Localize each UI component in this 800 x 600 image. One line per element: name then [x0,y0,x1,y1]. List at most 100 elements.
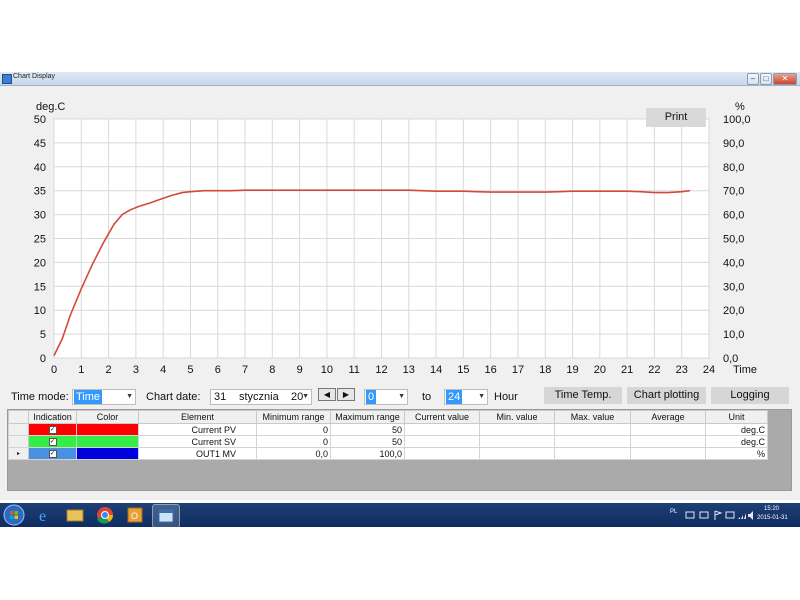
table-row[interactable]: ✓ Current PV 0 50 deg.C [8,423,768,436]
print-button[interactable]: Print [646,108,706,127]
folder-icon [66,509,84,522]
element-cell: OUT1 MV [138,447,257,460]
y-tick-label: 40 [34,162,46,174]
y2-tick-label: 40,0 [723,257,744,269]
x-tick-label: 0 [51,364,57,376]
max-range-cell[interactable]: 100,0 [330,447,405,460]
indication-checkbox[interactable]: ✓ [48,426,57,435]
svg-text:e: e [39,508,46,525]
y-tick-label: 15 [34,281,46,293]
from-hour-select[interactable]: 0 ▼ [364,389,408,405]
indication-checkbox[interactable]: ✓ [48,450,57,459]
right-axis-unit: % [735,101,745,113]
indication-checkbox[interactable]: ✓ [48,438,57,447]
close-button[interactable]: ✕ [773,73,797,85]
internet-explorer-button[interactable]: e [32,504,58,526]
max-range-cell[interactable]: 50 [330,423,405,436]
chart-display-taskbar-button[interactable] [152,504,180,528]
chevron-down-icon: ▼ [478,393,485,400]
column-header[interactable]: Indication [28,410,77,424]
x-tick-label: 21 [621,364,633,376]
y-tick-label: 45 [34,138,46,150]
x-tick-label: 8 [269,364,275,376]
min-range-cell[interactable]: 0,0 [256,447,331,460]
row-selector[interactable] [8,435,29,448]
x-tick-label: 23 [676,364,688,376]
outlook-button[interactable]: O [122,504,148,526]
clock-date[interactable]: 2015-01-31 [757,515,788,521]
volume-icon [748,511,753,520]
start-button[interactable] [2,504,26,526]
x-tick-label: 7 [242,364,248,376]
action-center-flag-icon [714,510,723,520]
logging-button[interactable]: Logging [711,387,789,404]
color-cell[interactable] [76,447,139,460]
min-range-cell[interactable]: 0 [256,423,331,436]
color-cell[interactable] [76,435,139,448]
indication-cell[interactable]: ✓ [28,447,77,460]
time-mode-select[interactable]: Time ▼ [72,389,136,405]
column-header[interactable]: Unit [705,410,768,424]
x-tick-label: 3 [133,364,139,376]
column-header[interactable]: Color [76,410,139,424]
time-temp-button[interactable]: Time Temp. [544,387,622,404]
x-tick-label: 16 [485,364,497,376]
unit-cell: % [705,447,768,460]
column-header[interactable]: Maximum range [330,410,405,424]
average-cell [630,447,706,460]
y-tick-label: 50 [34,114,46,126]
minimize-button[interactable]: – [747,73,759,85]
min-value-cell [479,435,555,448]
average-cell [630,423,706,436]
app-window-icon [158,509,174,523]
x-axis-label: Time [733,364,757,376]
next-date-button[interactable]: ▶ [337,388,355,401]
min-range-cell[interactable]: 0 [256,435,331,448]
column-header[interactable]: Min. value [479,410,555,424]
table-row[interactable]: ✓ Current SV 0 50 deg.C [8,435,768,448]
average-cell [630,435,706,448]
maximize-button[interactable]: □ [760,73,772,85]
column-header[interactable]: Max. value [554,410,631,424]
chart-plotting-button[interactable]: Chart plotting [627,387,706,404]
chrome-button[interactable] [92,504,118,526]
x-tick-label: 20 [594,364,606,376]
column-header[interactable]: Element [138,410,257,424]
current-value-cell [404,423,480,436]
color-cell[interactable] [76,423,139,436]
previous-date-button[interactable]: ◀ [318,388,336,401]
title-bar[interactable]: Chart Display – □ ✕ [0,72,800,86]
left-axis-unit: deg.C [36,101,65,113]
chart-display-window: Chart Display – □ ✕ 0 1 2 3 4 5 6 7 8 9 10 11 12 13 14… [0,72,800,500]
chart-date-picker[interactable]: 31 stycznia 20 ▼ [210,389,312,405]
file-explorer-button[interactable] [62,504,88,526]
language-indicator[interactable]: PL [670,509,677,515]
table-row[interactable]: ▸ ✓ OUT1 MV 0,0 100,0 % [8,447,768,460]
y-tick-label: 5 [40,329,46,341]
row-selector[interactable] [8,423,29,436]
indication-cell[interactable]: ✓ [28,435,77,448]
chevron-down-icon: ▼ [398,393,405,400]
date-day: 31 [214,391,227,403]
row-selector-current[interactable]: ▸ [8,447,29,460]
x-tick-label: 22 [648,364,660,376]
y2-tick-label: 60,0 [723,210,744,222]
max-range-cell[interactable]: 50 [330,435,405,448]
x-tick-label: 13 [403,364,415,376]
min-value-cell [479,423,555,436]
clock-time[interactable]: 15:20 [764,506,779,512]
column-header[interactable]: Average [630,410,706,424]
window-title: Chart Display [13,73,56,80]
to-hour-select[interactable]: 24 ▼ [444,389,488,405]
x-tick-label: 17 [512,364,524,376]
current-value-cell [404,447,480,460]
hour-label: Hour [494,391,518,403]
y-tick-label: 20 [34,257,46,269]
chart-date-label: Chart date: [146,391,201,403]
column-header[interactable]: Minimum range [256,410,331,424]
y2-tick-label: 10,0 [723,329,744,341]
indication-cell[interactable]: ✓ [28,423,77,436]
column-header[interactable]: Current value [404,410,480,424]
x-tick-label: 19 [566,364,578,376]
unit-cell: deg.C [705,423,768,436]
